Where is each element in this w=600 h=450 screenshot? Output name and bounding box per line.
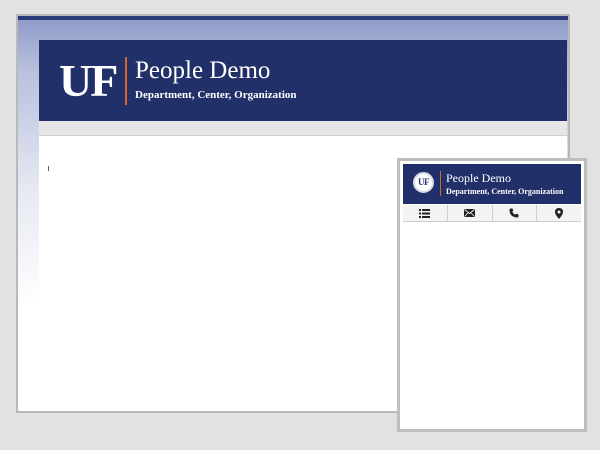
map-marker-icon (555, 207, 564, 219)
mobile-title[interactable]: People Demo (446, 171, 511, 185)
site-header: UF People Demo Department, Center, Organ… (39, 40, 567, 121)
mobile-uf-logo[interactable]: UF (413, 172, 434, 193)
tab-location[interactable] (537, 205, 581, 221)
list-icon (419, 208, 431, 218)
desktop-nav-bar (39, 121, 567, 136)
footer-mark (496, 429, 498, 430)
logo-divider (125, 57, 127, 105)
tab-email[interactable] (448, 205, 493, 221)
mobile-tab-bar (403, 205, 581, 222)
desktop-top-bar (18, 16, 568, 20)
site-title[interactable]: People Demo (135, 56, 270, 86)
content-marker (48, 166, 49, 171)
tab-phone[interactable] (493, 205, 538, 221)
mobile-subtitle: Department, Center, Organization (446, 187, 564, 196)
site-subtitle: Department, Center, Organization (135, 89, 297, 101)
tab-directory[interactable] (403, 205, 448, 221)
phone-icon (509, 208, 519, 218)
mobile-logo-divider (440, 171, 441, 196)
mobile-header: UF People Demo Department, Center, Organ… (403, 164, 581, 204)
mobile-preview: UF People Demo Department, Center, Organ… (397, 158, 587, 432)
uf-logo[interactable]: UF (59, 58, 118, 104)
footer-mark (436, 429, 438, 430)
envelope-icon (464, 209, 476, 217)
